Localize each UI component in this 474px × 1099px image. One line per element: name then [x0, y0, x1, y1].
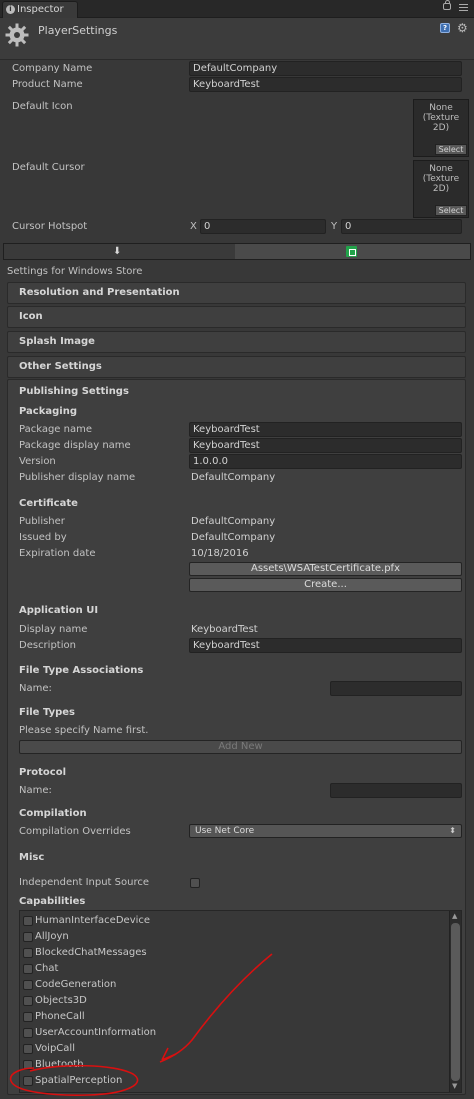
capabilities-scrollbar[interactable]: ▲ ▼: [449, 911, 461, 1092]
capability-checkbox[interactable]: [23, 964, 33, 974]
default-cursor-label: Default Cursor: [12, 162, 85, 173]
publisher-label: Publisher: [19, 516, 65, 527]
compilation-overrides-value: Use Net Core: [195, 826, 255, 836]
scroll-down-icon[interactable]: ▼: [452, 1083, 457, 1090]
capability-checkbox[interactable]: [23, 948, 33, 958]
description-label: Description: [19, 640, 76, 651]
info-icon: i: [6, 5, 15, 14]
platform-tab-windows-store[interactable]: [235, 244, 470, 259]
expiration-date-label: Expiration date: [19, 548, 96, 559]
section-resolution[interactable]: Resolution and Presentation: [7, 282, 466, 304]
hotspot-y-label: Y: [331, 221, 338, 232]
packaging-heading: Packaging: [19, 406, 77, 417]
section-publishing-settings[interactable]: Publishing Settings: [19, 386, 129, 397]
default-icon-select-button[interactable]: Select: [435, 144, 467, 155]
package-name-field[interactable]: KeyboardTest: [189, 422, 462, 437]
lock-icon[interactable]: [443, 0, 451, 10]
capabilities-heading: Capabilities: [19, 896, 86, 907]
protocol-heading: Protocol: [19, 767, 67, 778]
publisher-display-name-label: Publisher display name: [19, 472, 136, 483]
capability-checkbox[interactable]: [23, 932, 33, 942]
scroll-up-icon[interactable]: ▲: [452, 913, 457, 920]
issued-by-value: DefaultCompany: [191, 532, 276, 543]
add-new-button[interactable]: Add New: [19, 740, 462, 754]
header-title: PlayerSettings: [38, 24, 118, 37]
inspector-header: PlayerSettings ? ⚙: [0, 18, 474, 60]
cursor-hotspot-label: Cursor Hotspot: [12, 221, 88, 232]
platform-tabs: ⬇: [3, 243, 471, 260]
dropdown-arrows-icon: ⬍: [449, 826, 456, 835]
tab-bar: i Inspector: [0, 0, 474, 18]
create-certificate-button[interactable]: Create...: [189, 578, 462, 592]
publisher-value: DefaultCompany: [191, 516, 276, 527]
company-name-field[interactable]: DefaultCompany: [189, 61, 462, 76]
company-name-label: Company Name: [12, 63, 93, 74]
platform-tab-standalone[interactable]: ⬇: [4, 244, 235, 259]
hotspot-y-field[interactable]: 0: [341, 219, 462, 234]
issued-by-label: Issued by: [19, 532, 67, 543]
product-name-field[interactable]: KeyboardTest: [189, 77, 462, 92]
protocol-name-label: Name:: [19, 785, 52, 796]
certificate-heading: Certificate: [19, 498, 78, 509]
certificate-file-button[interactable]: Assets\WSATestCertificate.pfx: [189, 562, 462, 576]
default-cursor-texture-slot[interactable]: None (Texture 2D) Select: [413, 160, 469, 218]
settings-gear-icon[interactable]: ⚙: [457, 22, 468, 34]
help-book-icon[interactable]: ?: [440, 23, 450, 33]
default-icon-texture-slot[interactable]: None (Texture 2D) Select: [413, 99, 469, 157]
display-name-label: Display name: [19, 624, 88, 635]
publisher-display-name-value: DefaultCompany: [191, 472, 276, 483]
default-icon-label: Default Icon: [12, 101, 73, 112]
capability-checkbox[interactable]: [23, 980, 33, 990]
hotspot-x-field[interactable]: 0: [200, 219, 326, 234]
windows-store-icon: [346, 246, 357, 257]
download-icon: ⬇: [113, 246, 122, 257]
independent-input-source-label: Independent Input Source: [19, 877, 149, 888]
file-type-name-label: Name:: [19, 683, 52, 694]
section-icon[interactable]: Icon: [7, 306, 466, 328]
display-name-value: KeyboardTest: [191, 624, 258, 635]
file-types-heading: File Types: [19, 707, 75, 718]
section-other-settings[interactable]: Other Settings: [7, 356, 466, 378]
capability-checkbox[interactable]: [23, 1028, 33, 1038]
capabilities-list[interactable]: HumanInterfaceDevice AllJoyn BlockedChat…: [19, 910, 462, 1093]
hotspot-x-label: X: [190, 221, 197, 232]
package-name-label: Package name: [19, 424, 92, 435]
capability-checkbox[interactable]: [23, 916, 33, 926]
default-icon-texture-text: None (Texture 2D): [422, 103, 460, 133]
capability-checkbox[interactable]: [23, 1060, 33, 1070]
capability-checkbox[interactable]: [23, 1012, 33, 1022]
package-display-name-label: Package display name: [19, 440, 131, 451]
product-name-label: Product Name: [12, 79, 83, 90]
application-ui-heading: Application UI: [19, 605, 99, 616]
protocol-name-field[interactable]: [330, 783, 462, 798]
section-splash-image[interactable]: Splash Image: [7, 331, 466, 353]
default-cursor-texture-text: None (Texture 2D): [422, 164, 460, 194]
scrollbar-thumb[interactable]: [451, 923, 460, 1081]
capability-checkbox[interactable]: [23, 1076, 33, 1086]
file-types-hint: Please specify Name first.: [19, 725, 149, 736]
tab-inspector-label: Inspector: [17, 4, 64, 15]
capability-checkbox[interactable]: [23, 996, 33, 1006]
platform-settings-title: Settings for Windows Store: [7, 266, 143, 277]
version-field[interactable]: 1.0.0.0: [189, 454, 462, 469]
file-type-associations-heading: File Type Associations: [19, 665, 144, 676]
tab-inspector[interactable]: i Inspector: [2, 1, 78, 18]
player-settings-gear-icon: [5, 23, 29, 47]
version-label: Version: [19, 456, 56, 467]
package-display-name-field[interactable]: KeyboardTest: [189, 438, 462, 453]
compilation-overrides-dropdown[interactable]: Use Net Core ⬍: [189, 824, 462, 838]
independent-input-source-checkbox[interactable]: [190, 878, 200, 888]
default-cursor-select-button[interactable]: Select: [435, 205, 467, 216]
capability-checkbox[interactable]: [23, 1044, 33, 1054]
compilation-heading: Compilation: [19, 808, 87, 819]
file-type-name-field[interactable]: [330, 681, 462, 696]
menu-icon[interactable]: [459, 4, 468, 5]
description-field[interactable]: KeyboardTest: [189, 638, 462, 653]
expiration-date-value: 10/18/2016: [191, 548, 249, 559]
misc-heading: Misc: [19, 852, 45, 863]
compilation-overrides-label: Compilation Overrides: [19, 826, 131, 837]
